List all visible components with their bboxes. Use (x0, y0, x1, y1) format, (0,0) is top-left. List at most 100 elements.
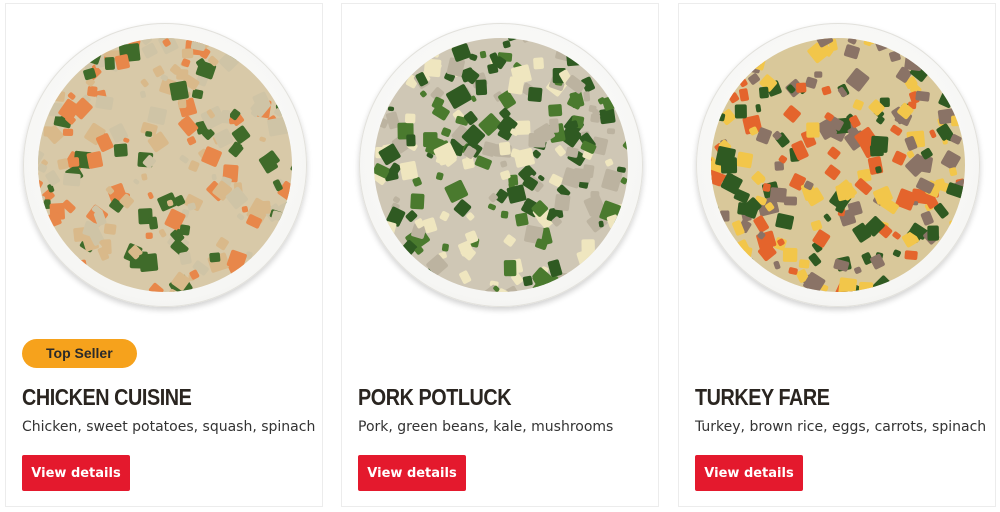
food-chunk (952, 83, 965, 96)
food-chunk (573, 168, 591, 183)
view-details-button[interactable]: View details (22, 455, 130, 491)
food-chunk (123, 287, 133, 292)
food-chunk (62, 128, 74, 136)
food-chunk (427, 46, 441, 58)
food-chunk (50, 256, 67, 271)
food-chunk (533, 57, 544, 70)
view-details-button[interactable]: View details (695, 455, 803, 491)
food-bowl-image[interactable] (696, 23, 980, 307)
food-bowl-image[interactable] (23, 23, 307, 307)
food-chunk (266, 267, 273, 275)
food-chunk (940, 266, 949, 276)
food-chunk (176, 68, 189, 80)
food-chunk (527, 86, 543, 103)
food-chunk (591, 57, 606, 74)
food-image (38, 38, 292, 292)
food-chunk (281, 80, 292, 97)
food-chunk (736, 151, 754, 169)
food-bowl-image[interactable] (359, 23, 643, 307)
food-chunk (930, 265, 950, 286)
food-chunk (98, 38, 107, 44)
food-chunk (606, 128, 616, 135)
product-card-pork-potluck: PORK POTLUCK Pork, green beans, kale, mu… (341, 3, 659, 507)
food-chunk (374, 94, 383, 112)
food-chunk (233, 39, 246, 55)
food-chunk (391, 254, 409, 270)
product-card-chicken-cuisine: Top Seller CHICKEN CUISINE Chicken, swee… (5, 3, 323, 507)
food-chunk (62, 172, 81, 187)
food-chunk (927, 225, 939, 241)
food-chunk (399, 160, 419, 181)
food-chunk (139, 253, 159, 273)
top-seller-badge: Top Seller (22, 339, 137, 368)
food-chunk (439, 38, 454, 50)
food-chunk (744, 265, 762, 280)
food-chunk (234, 285, 243, 292)
food-chunk (798, 259, 810, 269)
food-chunk (837, 277, 857, 292)
food-chunk (441, 243, 449, 252)
food-chunk (229, 38, 244, 50)
food-chunk (181, 48, 194, 59)
food-chunk (263, 266, 278, 285)
food-chunk (71, 39, 81, 47)
food-chunk (891, 38, 910, 41)
food-chunk (406, 134, 416, 147)
food-image-pork (374, 38, 628, 292)
food-chunk (113, 143, 128, 157)
food-chunk (374, 246, 386, 263)
food-chunk (576, 51, 590, 62)
food-image (711, 38, 965, 292)
food-chunk (858, 281, 874, 292)
food-chunk (248, 56, 258, 66)
food-chunk (38, 89, 40, 97)
food-chunk (528, 133, 546, 148)
food-chunk (806, 122, 820, 138)
food-chunk (759, 86, 769, 99)
food-chunk (270, 44, 278, 53)
food-chunk (264, 257, 275, 274)
product-description: Chicken, sweet potatoes, squash, spinach (22, 419, 316, 435)
food-chunk (404, 48, 420, 61)
food-chunk (423, 58, 442, 78)
food-chunk (273, 71, 288, 84)
food-chunk (179, 251, 192, 265)
food-chunk (711, 244, 712, 258)
food-chunk (43, 126, 57, 137)
food-chunk (148, 216, 159, 230)
food-chunk (101, 239, 112, 255)
food-chunk (554, 194, 571, 212)
food-chunk (221, 110, 231, 120)
food-chunk (103, 223, 117, 235)
food-chunk (38, 47, 51, 56)
food-chunk (769, 187, 787, 203)
food-chunk (245, 262, 261, 275)
food-chunk (38, 69, 51, 87)
food-chunk (765, 279, 775, 289)
food-chunk (944, 61, 951, 69)
food-chunk (145, 232, 153, 239)
food-chunk (904, 250, 918, 260)
food-chunk (431, 38, 452, 42)
food-chunk (624, 121, 628, 135)
food-chunk (711, 269, 719, 282)
food-chunk (38, 99, 44, 118)
food-image-chicken (38, 38, 292, 292)
food-chunk (814, 71, 823, 78)
product-title: PORK POTLUCK (358, 384, 512, 410)
food-chunk (904, 51, 923, 71)
food-chunk (209, 252, 221, 263)
food-image (374, 38, 628, 292)
food-chunk (737, 245, 753, 260)
food-chunk (742, 51, 763, 74)
food-chunk (720, 210, 730, 222)
food-chunk (113, 287, 127, 292)
food-chunk (410, 193, 425, 210)
food-chunk (267, 116, 289, 137)
view-details-button[interactable]: View details (358, 455, 466, 491)
food-chunk (734, 104, 747, 119)
food-chunk (277, 40, 285, 48)
product-title: TURKEY FARE (695, 384, 830, 410)
food-chunk (68, 157, 80, 167)
food-chunk (76, 38, 91, 41)
